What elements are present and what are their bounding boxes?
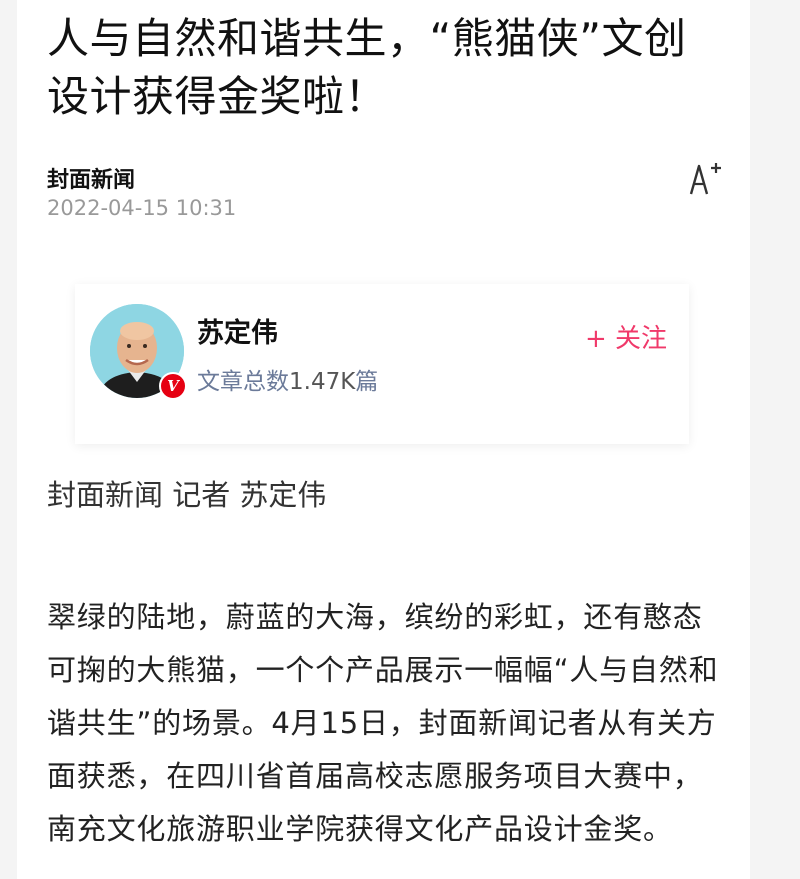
stats-label: 文章总数: [197, 369, 289, 395]
article-body: 翠绿的陆地，蔚蓝的大海，缤纷的彩虹，还有憨态可掬的大熊猫，一个个产品展示一幅幅“…: [47, 600, 719, 846]
publish-date: 2022-04-15 10:31: [47, 196, 237, 220]
font-size-increase-icon: [689, 163, 721, 195]
author-card[interactable]: V 苏定伟 文章总数1.47K篇 + 关注: [75, 284, 689, 444]
author-name[interactable]: 苏定伟: [197, 311, 278, 350]
follow-button[interactable]: + 关注: [585, 318, 667, 355]
article-byline: 封面新闻 记者 苏定伟: [47, 478, 327, 512]
article-source[interactable]: 封面新闻: [47, 162, 135, 194]
verified-badge: V: [159, 372, 187, 400]
article-page: 人与自然和谐共生，“熊猫侠”文创设计获得金奖啦！ 封面新闻 2022-04-15…: [17, 0, 750, 879]
stats-count: 1.47K: [289, 369, 356, 395]
article-title: 人与自然和谐共生，“熊猫侠”文创设计获得金奖啦！: [47, 14, 687, 121]
stats-unit: 篇: [355, 369, 379, 395]
font-size-button[interactable]: [687, 158, 723, 198]
author-article-count: 文章总数1.47K篇: [197, 362, 378, 396]
